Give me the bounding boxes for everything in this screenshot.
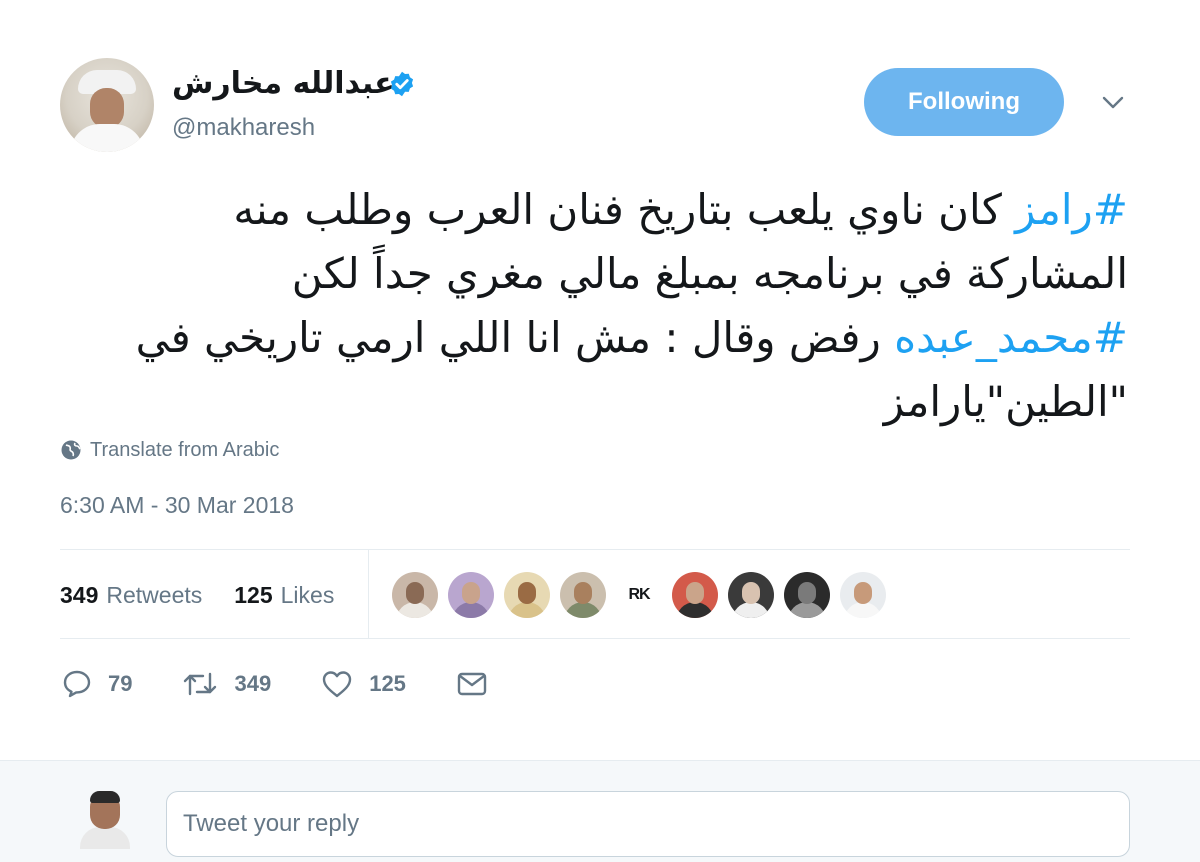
direct-message-button[interactable] — [456, 670, 488, 698]
author-display-name[interactable]: عبدالله مخارش — [172, 66, 395, 101]
liker-avatar[interactable] — [840, 572, 886, 618]
hashtag-link[interactable]: #رامز — [1015, 185, 1128, 234]
reply-composer — [0, 760, 1200, 862]
envelope-icon — [457, 672, 487, 696]
current-user-avatar[interactable] — [80, 789, 130, 849]
reply-icon — [63, 670, 91, 698]
globe-icon — [61, 440, 81, 460]
tweet-menu-caret[interactable] — [1098, 88, 1128, 118]
chevron-down-icon — [1102, 96, 1124, 109]
likes-stat[interactable]: 125 Likes — [234, 582, 334, 609]
author-avatar[interactable] — [60, 58, 154, 152]
retweets-count: 349 — [60, 581, 99, 608]
liker-avatar[interactable] — [560, 572, 606, 618]
following-button[interactable]: Following — [864, 68, 1064, 136]
tweet-detail: عبدالله مخارش @makharesh Following #رامز… — [0, 0, 1200, 760]
likes-count: 125 — [234, 581, 273, 608]
reply-count: 79 — [108, 671, 133, 696]
divider — [60, 638, 1130, 639]
translate-label: Translate from Arabic — [90, 438, 280, 461]
liker-avatar[interactable] — [784, 572, 830, 618]
verified-badge-icon — [390, 71, 414, 97]
liker-avatar[interactable] — [728, 572, 774, 618]
translate-link[interactable]: Translate from Arabic — [60, 436, 279, 464]
retweet-button[interactable]: 349 — [182, 670, 271, 698]
liker-avatar[interactable] — [504, 572, 550, 618]
tweet-text: #رامز كان ناوي يلعب بتاريخ فنان العرب وط… — [60, 178, 1128, 434]
retweet-count: 349 — [234, 671, 272, 696]
tweet-timestamp[interactable]: 6:30 AM - 30 Mar 2018 — [60, 492, 294, 519]
liker-avatars: RK — [392, 572, 886, 618]
heart-icon — [323, 671, 352, 698]
like-count: 125 — [369, 671, 406, 696]
hashtag-link[interactable]: #محمد_عبده — [894, 313, 1128, 362]
liker-avatar[interactable]: RK — [616, 572, 662, 618]
stats-separator — [368, 550, 369, 638]
divider — [60, 549, 1130, 550]
reply-input[interactable] — [166, 791, 1130, 857]
retweet-icon — [184, 672, 217, 696]
reply-button[interactable]: 79 — [62, 669, 132, 699]
liker-avatar[interactable] — [672, 572, 718, 618]
tweet-text-segment: كان ناوي يلعب بتاريخ فنان العرب وطلب منه… — [233, 185, 1128, 298]
retweets-label: Retweets — [106, 581, 203, 608]
like-button[interactable]: 125 — [321, 669, 406, 699]
author-username[interactable]: @makharesh — [172, 114, 315, 142]
likes-label: Likes — [280, 581, 335, 608]
liker-avatar[interactable] — [448, 572, 494, 618]
liker-avatar[interactable] — [392, 572, 438, 618]
retweets-stat[interactable]: 349 Retweets — [60, 582, 202, 609]
tweet-actions: 79 349 125 — [62, 664, 538, 704]
tweet-stats: 349 Retweets 125 Likes — [60, 578, 334, 612]
